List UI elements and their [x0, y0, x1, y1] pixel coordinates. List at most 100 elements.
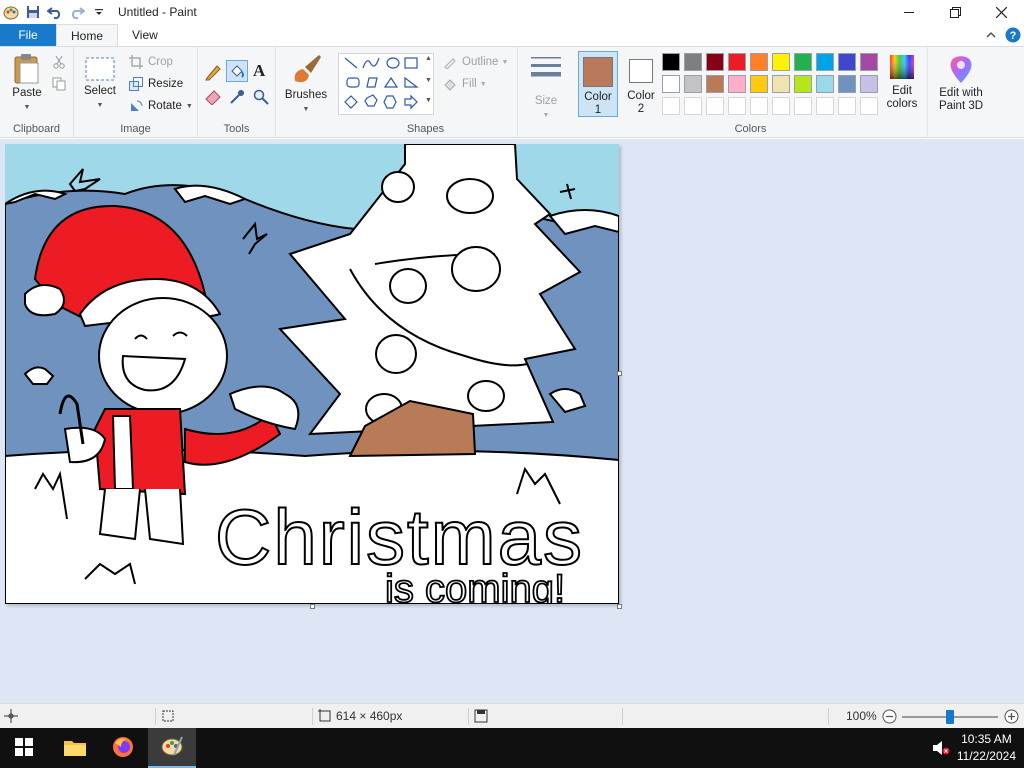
palette-color-swatch[interactable]: [684, 75, 702, 93]
color1-label: Color: [584, 91, 612, 103]
image-group-label: Image: [120, 123, 151, 135]
shapes-scroll-up-icon[interactable]: ▲: [425, 55, 432, 62]
undo-icon[interactable]: [44, 1, 66, 23]
close-icon[interactable]: [978, 0, 1024, 24]
palette-empty-swatch[interactable]: [838, 97, 856, 115]
edit-colors-label-2: colors: [886, 98, 918, 110]
palette-color-swatch[interactable]: [750, 75, 768, 93]
tab-file[interactable]: File: [0, 24, 56, 46]
palette-color-swatch[interactable]: [772, 75, 790, 93]
palette-color-swatch[interactable]: [750, 53, 768, 71]
brushes-button[interactable]: Brushes ▼: [284, 53, 328, 116]
save-icon[interactable]: [22, 1, 44, 23]
canvas-workspace[interactable]: Christmas is coming!: [0, 139, 1024, 703]
palette-empty-swatch[interactable]: [794, 97, 812, 115]
palette-color-swatch[interactable]: [706, 53, 724, 71]
restore-icon[interactable]: [932, 0, 978, 24]
palette-color-swatch[interactable]: [794, 53, 812, 71]
brushes-label: Brushes: [284, 89, 328, 101]
tab-view[interactable]: View: [118, 24, 172, 46]
palette-color-swatch[interactable]: [684, 53, 702, 71]
magnifier-icon[interactable]: [253, 89, 269, 108]
paint3d-label-1: Edit with: [939, 87, 983, 99]
palette-empty-swatch[interactable]: [750, 97, 768, 115]
help-icon[interactable]: ?: [1002, 27, 1024, 43]
shapes-scroll-down-icon[interactable]: ▼: [425, 77, 432, 84]
resize-handle-bottom[interactable]: [310, 604, 315, 609]
palette-empty-swatch[interactable]: [728, 97, 746, 115]
resize-handle-corner[interactable]: [617, 604, 622, 609]
outline-button[interactable]: Outline ▼: [442, 53, 508, 71]
clipboard-group: Paste ▼ Clipboard: [0, 47, 74, 138]
paste-dropdown-icon[interactable]: ▼: [24, 104, 31, 111]
shapes-group-label: Shapes: [406, 123, 445, 135]
drawing-canvas[interactable]: Christmas is coming!: [5, 144, 619, 604]
palette-empty-swatch[interactable]: [816, 97, 834, 115]
color-picker-icon[interactable]: [229, 89, 245, 108]
size-dropdown-icon[interactable]: ▼: [543, 112, 550, 119]
palette-color-swatch[interactable]: [794, 75, 812, 93]
color2-button[interactable]: Color 2: [622, 51, 660, 117]
palette-color-swatch[interactable]: [706, 75, 724, 93]
select-label: Select: [84, 85, 116, 97]
palette-empty-swatch[interactable]: [662, 97, 680, 115]
zoom-in-icon[interactable]: [1004, 709, 1019, 727]
palette-color-swatch[interactable]: [838, 75, 856, 93]
palette-color-swatch[interactable]: [838, 53, 856, 71]
start-button[interactable]: [0, 728, 48, 768]
zoom-slider[interactable]: [902, 710, 998, 724]
zoom-slider-thumb[interactable]: [946, 710, 954, 724]
resize-handle-right[interactable]: [617, 371, 622, 376]
paste-button[interactable]: Paste ▼: [6, 53, 48, 114]
edit-with-paint3d-button[interactable]: Edit with Paint 3D: [932, 53, 990, 113]
shapes-expand-icon[interactable]: ▼: [425, 97, 432, 104]
tab-home[interactable]: Home: [56, 24, 119, 47]
brushes-dropdown-icon[interactable]: ▼: [303, 106, 310, 113]
shapes-gallery[interactable]: [338, 53, 434, 115]
customize-quick-access-icon[interactable]: [88, 1, 110, 23]
paint3d-group: Edit with Paint 3D: [928, 47, 992, 138]
fill-button[interactable]: Fill ▼: [442, 75, 487, 93]
crop-button[interactable]: Crop: [128, 53, 173, 71]
zoom-out-icon[interactable]: [882, 709, 897, 727]
palette-empty-swatch[interactable]: [706, 97, 724, 115]
taskbar-clock[interactable]: 10:35 AM 11/22/2024: [957, 731, 1016, 765]
rotate-button[interactable]: Rotate ▼: [128, 97, 193, 115]
palette-color-swatch[interactable]: [662, 53, 680, 71]
cut-icon[interactable]: [52, 55, 66, 72]
pencil-icon[interactable]: [204, 63, 222, 84]
status-bar: 614 × 460px 100%: [0, 703, 1024, 728]
size-button[interactable]: Size ▼: [524, 53, 568, 122]
palette-color-swatch[interactable]: [728, 53, 746, 71]
resize-button[interactable]: Resize: [128, 75, 183, 93]
color1-button[interactable]: Color 1: [578, 51, 618, 117]
select-dropdown-icon[interactable]: ▼: [97, 102, 104, 109]
collapse-ribbon-icon[interactable]: [980, 31, 1002, 39]
fill-label: Fill: [462, 78, 477, 90]
taskbar-file-explorer[interactable]: [51, 728, 99, 768]
palette-empty-swatch[interactable]: [684, 97, 702, 115]
palette-empty-swatch[interactable]: [860, 97, 878, 115]
palette-color-swatch[interactable]: [860, 75, 878, 93]
palette-color-swatch[interactable]: [816, 53, 834, 71]
palette-color-swatch[interactable]: [728, 75, 746, 93]
text-tool-icon[interactable]: A: [253, 61, 265, 81]
taskbar-paint[interactable]: [148, 728, 196, 768]
palette-color-swatch[interactable]: [662, 75, 680, 93]
palette-empty-swatch[interactable]: [772, 97, 790, 115]
resize-label: Resize: [148, 78, 184, 90]
palette-color-swatch[interactable]: [816, 75, 834, 93]
copy-icon[interactable]: [52, 77, 66, 94]
taskbar-firefox[interactable]: [99, 728, 147, 768]
edit-colors-button[interactable]: Edit colors: [882, 53, 922, 111]
volume-muted-icon[interactable]: [932, 740, 950, 759]
palette-color-swatch[interactable]: [860, 53, 878, 71]
eraser-icon[interactable]: [204, 89, 222, 108]
fill-bucket-icon[interactable]: [226, 60, 248, 82]
select-button[interactable]: Select ▼: [80, 55, 120, 112]
palette-color-swatch[interactable]: [772, 53, 790, 71]
paint-app-icon[interactable]: [0, 1, 22, 23]
redo-icon[interactable]: [66, 1, 88, 23]
rotate-dropdown-icon[interactable]: ▼: [186, 103, 193, 110]
minimize-icon[interactable]: [886, 0, 932, 24]
